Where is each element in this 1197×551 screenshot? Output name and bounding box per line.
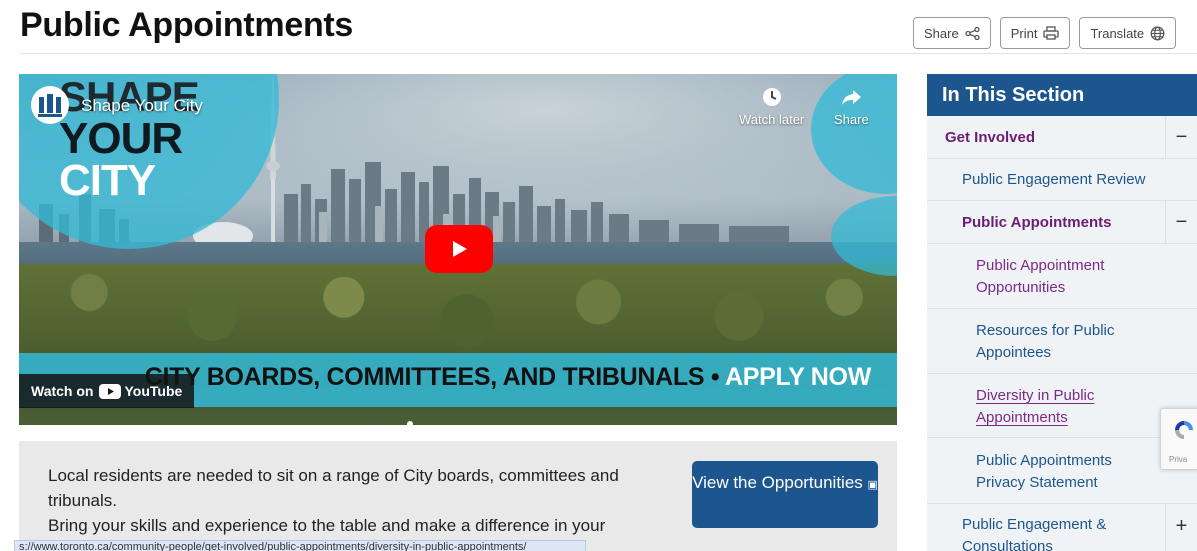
video-share-label: Share <box>834 112 869 127</box>
page-title: Public Appointments <box>20 6 354 44</box>
share-button-label: Share <box>924 25 959 41</box>
video-player[interactable]: SHAPE YOUR CITY Shape Your City Watch la… <box>19 74 897 425</box>
channel-logo[interactable] <box>31 86 69 124</box>
section-nav-header: In This Section <box>927 74 1197 116</box>
view-opportunities-label: View the Opportunities <box>692 473 863 492</box>
play-icon <box>453 241 467 257</box>
recaptcha-icon <box>1175 421 1193 439</box>
toronto-logo-icon <box>38 94 62 117</box>
collapse-icon[interactable]: − <box>1165 201 1197 244</box>
overlay-line-3: CITY <box>59 156 156 205</box>
sidebar-item-label: Get Involved <box>945 129 1036 146</box>
watch-on-youtube-link[interactable]: Watch on YouTube <box>19 374 195 408</box>
sidebar-item-public-engagement-consultations[interactable]: Public Engagement & Consultations + <box>927 504 1197 551</box>
translate-button-label: Translate <box>1090 25 1145 41</box>
sidebar-item-public-appointment-opportunities[interactable]: Public Appointment Opportunities <box>927 244 1197 309</box>
opportunities-callout: Local residents are needed to sit on a r… <box>19 441 897 551</box>
sidebar-item-diversity-in-public-appointments[interactable]: Diversity in Public Appointments <box>927 374 1197 438</box>
expand-icon[interactable]: + <box>1165 504 1197 551</box>
sidebar-item-label: Resources for Public Appointees <box>976 322 1115 361</box>
title-divider <box>20 53 1197 54</box>
video-progress-dot <box>407 421 413 425</box>
video-trees <box>19 264 897 359</box>
play-button[interactable] <box>425 225 493 273</box>
watch-later-label: Watch later <box>739 112 805 127</box>
clock-icon <box>762 88 781 106</box>
page-tools: Share Print Translate <box>913 17 1177 49</box>
callout-line-1: Local residents are needed to sit on a r… <box>48 466 619 510</box>
sidebar-item-label: Diversity in Public Appointments <box>976 387 1095 426</box>
share-arrow-icon <box>842 90 862 105</box>
view-opportunities-button[interactable]: View the Opportunities ▣ <box>692 461 878 528</box>
status-bar-url: s://www.toronto.ca/community-people/get-… <box>14 540 586 551</box>
shape-your-city-overlay: SHAPE YOUR CITY <box>59 76 200 205</box>
callout-text: Local residents are needed to sit on a r… <box>48 463 658 538</box>
sidebar-item-label: Public Engagement & Consultations <box>962 516 1107 551</box>
recaptcha-label: Priva <box>1169 455 1188 464</box>
share-icon <box>965 26 980 40</box>
translate-button[interactable]: Translate <box>1079 17 1177 49</box>
share-button[interactable]: Share <box>913 17 991 49</box>
overlay-line-2: YOUR <box>59 114 183 163</box>
sidebar-item-public-appointments[interactable]: Public Appointments − <box>927 201 1197 244</box>
banner-text-dark: CITY BOARDS, COMMITTEES, AND TRIBUNALS • <box>144 363 720 391</box>
recaptcha-badge[interactable]: Priva <box>1160 408 1197 470</box>
sidebar-item-label: Public Appointment Opportunities <box>976 257 1105 296</box>
youtube-icon <box>99 383 122 399</box>
video-share-button[interactable]: Share <box>834 86 869 127</box>
sidebar-item-get-involved[interactable]: Get Involved − <box>927 116 1197 159</box>
sidebar-item-label: Public Appointments <box>962 214 1112 231</box>
sidebar-item-public-appointments-privacy-statement[interactable]: Public Appointments Privacy Statement <box>927 438 1197 504</box>
youtube-logo: YouTube <box>99 383 182 399</box>
print-button[interactable]: Print <box>999 17 1071 49</box>
sidebar-item-public-engagement-review[interactable]: Public Engagement Review <box>927 159 1197 201</box>
watch-later-button[interactable]: Watch later <box>739 86 804 127</box>
print-button-label: Print <box>1010 25 1038 41</box>
printer-icon <box>1043 26 1060 40</box>
sidebar-item-label: Public Engagement Review <box>962 171 1146 188</box>
callout-line-2: Bring your skills and experience to the … <box>48 516 606 535</box>
youtube-label: YouTube <box>124 383 183 399</box>
sidebar-item-label: Public Appointments Privacy Statement <box>976 452 1112 491</box>
sidebar-item-resources-for-public-appointees[interactable]: Resources for Public Appointees <box>927 309 1197 374</box>
banner-text-light: APPLY NOW <box>725 363 871 391</box>
collapse-icon[interactable]: − <box>1165 116 1197 159</box>
external-link-icon: ▣ <box>867 479 878 491</box>
watch-on-label: Watch on <box>31 383 94 399</box>
globe-icon <box>1150 26 1165 40</box>
video-title[interactable]: Shape Your City <box>81 96 203 116</box>
section-navigation: In This Section Get Involved − Public En… <box>927 74 1197 551</box>
